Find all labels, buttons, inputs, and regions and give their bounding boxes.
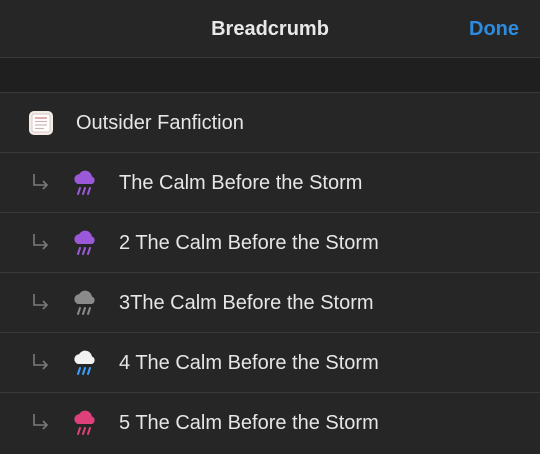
rain-cloud-icon (74, 170, 95, 195)
nav-bar: Breadcrumb Done (0, 0, 540, 58)
breadcrumb-item-label: 5 The Calm Before the Storm (119, 412, 379, 434)
breadcrumb-list: Outsider Fanfiction The Calm Before the … (0, 93, 540, 453)
breadcrumb-item-label: 3The Calm Before the Storm (119, 292, 374, 314)
breadcrumb-item[interactable]: 3The Calm Before the Storm (0, 273, 540, 333)
section-spacer (0, 58, 540, 93)
breadcrumb-item-root[interactable]: Outsider Fanfiction (0, 93, 540, 153)
breadcrumb-item-label: 2 The Calm Before the Storm (119, 232, 379, 254)
child-arrow-icon (33, 414, 49, 430)
breadcrumb-item[interactable]: The Calm Before the Storm (0, 153, 540, 213)
child-arrow-icon (33, 294, 49, 310)
breadcrumb-item[interactable]: 2 The Calm Before the Storm (0, 213, 540, 273)
child-arrow-icon (33, 234, 49, 250)
rain-cloud-icon (74, 230, 95, 255)
done-button[interactable]: Done (469, 0, 519, 58)
breadcrumb-item-label: The Calm Before the Storm (119, 172, 363, 194)
breadcrumb-item[interactable]: 4 The Calm Before the Storm (0, 333, 540, 393)
page-title: Breadcrumb (211, 18, 329, 40)
rain-cloud-icon (74, 410, 95, 435)
breadcrumb-item-label: 4 The Calm Before the Storm (119, 352, 379, 374)
breadcrumb-item-label: Outsider Fanfiction (76, 112, 244, 134)
child-arrow-icon (33, 354, 49, 370)
breadcrumb-item[interactable]: 5 The Calm Before the Storm (0, 393, 540, 453)
rain-cloud-icon (74, 350, 95, 375)
rain-cloud-icon (74, 290, 95, 315)
child-arrow-icon (33, 174, 49, 190)
sheet-icon (29, 111, 53, 135)
